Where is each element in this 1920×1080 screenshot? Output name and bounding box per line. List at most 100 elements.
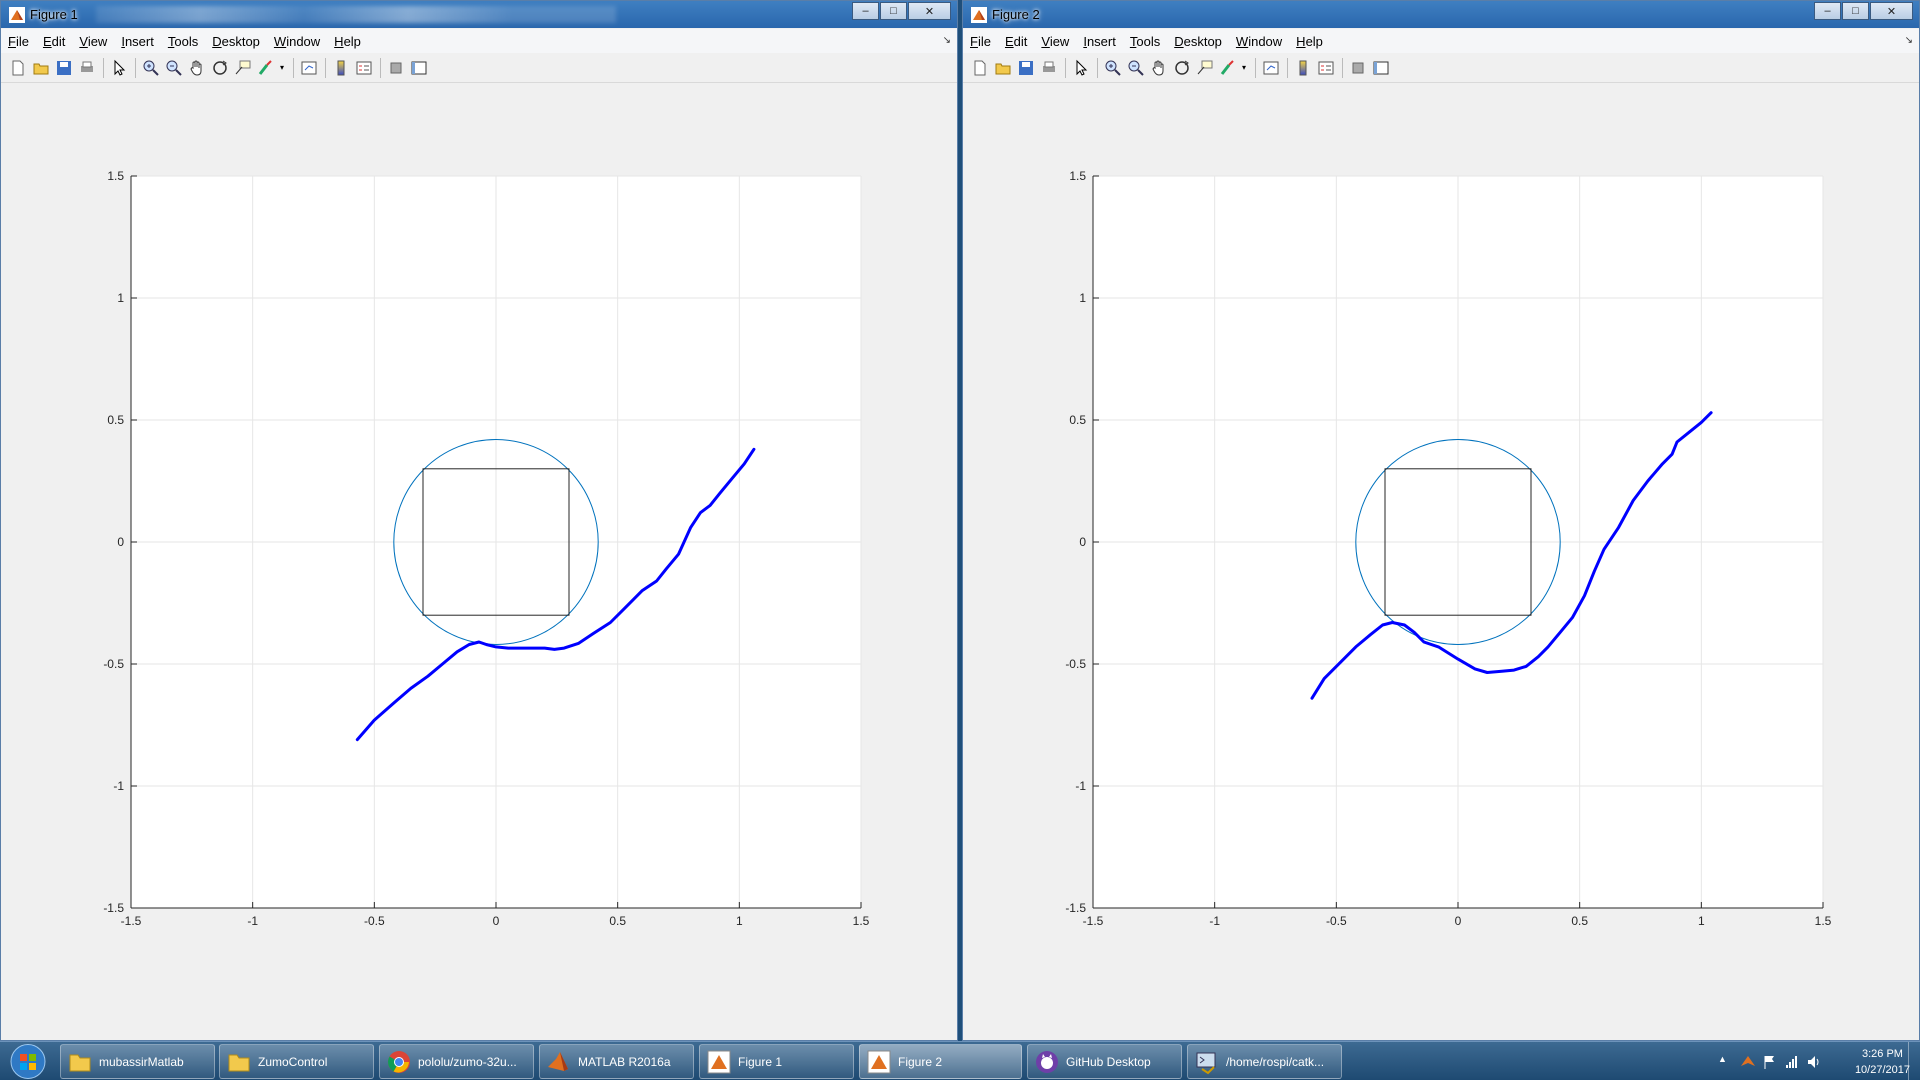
insert-legend-icon[interactable]	[1317, 59, 1335, 77]
menu-desktop[interactable]: Desktop	[1174, 34, 1222, 49]
show-plot-tools-icon[interactable]	[410, 59, 428, 77]
minimize-button[interactable]: –	[1814, 2, 1841, 20]
close-button[interactable]: ✕	[908, 2, 951, 20]
insert-colorbar-icon[interactable]	[332, 59, 350, 77]
rotate-3d-icon[interactable]	[211, 59, 229, 77]
taskbar-item-chrome[interactable]: pololu/zumo-32u...	[379, 1044, 534, 1079]
insert-legend-icon[interactable]	[355, 59, 373, 77]
y-tick-label: 0.5	[107, 413, 124, 427]
terminal-icon	[1196, 1052, 1216, 1074]
start-button-icon[interactable]	[4, 1043, 52, 1080]
toolbar-separator	[325, 57, 326, 78]
figure-1-window[interactable]: Figure 1 – □ ✕ File Edit View Insert Too…	[0, 0, 958, 1041]
menu-file[interactable]: File	[970, 34, 991, 49]
hide-plot-tools-icon[interactable]	[387, 59, 405, 77]
show-hidden-icons-icon[interactable]: ▲	[1718, 1054, 1734, 1070]
menu-window[interactable]: Window	[274, 34, 320, 49]
link-plot-icon[interactable]	[1262, 59, 1280, 77]
y-tick-label: -1	[1075, 779, 1086, 793]
x-tick-label: -1.5	[121, 914, 142, 928]
y-tick-label: 1	[117, 291, 124, 305]
show-plot-tools-icon[interactable]	[1372, 59, 1390, 77]
plot-axes-2[interactable]: -1.5 -1 -0.5 0 0.5 1 1.5 -1.5 -1 -0.5 0 0.5 1 1.5	[971, 85, 1911, 1033]
figure-2-window[interactable]: Figure 2 – □ ✕ File Edit View Insert Too…	[962, 0, 1920, 1041]
maximize-button[interactable]: □	[880, 2, 907, 20]
hide-plot-tools-icon[interactable]	[1349, 59, 1367, 77]
print-icon[interactable]	[1040, 59, 1058, 77]
menu-insert[interactable]: Insert	[121, 34, 154, 49]
menu-edit[interactable]: Edit	[1005, 34, 1027, 49]
brush-dropdown-icon[interactable]: ▾	[1242, 59, 1248, 77]
taskbar-item-figure-2[interactable]: Figure 2	[859, 1044, 1022, 1079]
menu-tools[interactable]: Tools	[1130, 34, 1160, 49]
brush-icon[interactable]	[257, 59, 275, 77]
zoom-out-icon[interactable]	[165, 59, 183, 77]
menu-insert[interactable]: Insert	[1083, 34, 1116, 49]
action-center-flag-icon[interactable]	[1762, 1054, 1778, 1070]
menu-bar: File Edit View Insert Tools Desktop Wind…	[1, 29, 957, 53]
link-plot-icon[interactable]	[300, 59, 318, 77]
new-figure-icon[interactable]	[9, 59, 27, 77]
volume-icon[interactable]	[1806, 1054, 1822, 1070]
brush-icon[interactable]	[1219, 59, 1237, 77]
x-tick-label: 1.5	[853, 914, 870, 928]
taskbar-item-zumocontrol[interactable]: ZumoControl	[219, 1044, 374, 1079]
pan-hand-icon[interactable]	[188, 59, 206, 77]
menu-edit[interactable]: Edit	[43, 34, 65, 49]
y-tick-label: 0.5	[1069, 413, 1086, 427]
brush-dropdown-icon[interactable]: ▾	[280, 59, 286, 77]
maximize-button[interactable]: □	[1842, 2, 1869, 20]
open-file-icon[interactable]	[994, 59, 1012, 77]
folder-icon	[69, 1054, 91, 1071]
figure-toolbar: ▾	[963, 53, 1919, 83]
taskbar-item-label: GitHub Desktop	[1066, 1054, 1151, 1069]
taskbar-item-terminal[interactable]: /home/rospi/catk...	[1187, 1044, 1342, 1079]
network-signal-icon[interactable]	[1784, 1054, 1800, 1070]
rotate-3d-icon[interactable]	[1173, 59, 1191, 77]
dock-arrow-icon[interactable]: ↘	[1905, 35, 1913, 46]
show-desktop-button[interactable]	[1908, 1042, 1920, 1080]
menu-help[interactable]: Help	[1296, 34, 1323, 49]
edit-plot-arrow-icon[interactable]	[110, 59, 128, 77]
insert-colorbar-icon[interactable]	[1294, 59, 1312, 77]
x-tick-label: 0.5	[1571, 914, 1588, 928]
print-icon[interactable]	[78, 59, 96, 77]
data-cursor-icon[interactable]	[1196, 59, 1214, 77]
open-file-icon[interactable]	[32, 59, 50, 77]
blurred-title-area	[96, 6, 616, 23]
zoom-in-icon[interactable]	[1104, 59, 1122, 77]
data-cursor-icon[interactable]	[234, 59, 252, 77]
clock-time: 3:26 PM	[1861, 1048, 1903, 1060]
new-figure-icon[interactable]	[971, 59, 989, 77]
taskbar-item-figure-1[interactable]: Figure 1	[699, 1044, 854, 1079]
pan-hand-icon[interactable]	[1150, 59, 1168, 77]
edit-plot-arrow-icon[interactable]	[1072, 59, 1090, 77]
title-bar[interactable]: Figure 2 – □ ✕	[963, 1, 1919, 28]
taskbar-item-label: mubassirMatlab	[99, 1054, 184, 1069]
menu-help[interactable]: Help	[334, 34, 361, 49]
y-tick-label: -1	[113, 779, 124, 793]
menu-view[interactable]: View	[79, 34, 107, 49]
zoom-out-icon[interactable]	[1127, 59, 1145, 77]
menu-window[interactable]: Window	[1236, 34, 1282, 49]
matlab-tray-icon[interactable]	[1740, 1054, 1756, 1070]
menu-view[interactable]: View	[1041, 34, 1069, 49]
taskbar-item-github-desktop[interactable]: GitHub Desktop	[1027, 1044, 1182, 1079]
save-icon[interactable]	[1017, 59, 1035, 77]
clock[interactable]: 3:26 PM 10/27/2017	[1855, 1046, 1910, 1078]
taskbar-item-label: ZumoControl	[258, 1054, 328, 1069]
menu-tools[interactable]: Tools	[168, 34, 198, 49]
taskbar-item-matlab[interactable]: MATLAB R2016a	[539, 1044, 694, 1079]
save-icon[interactable]	[55, 59, 73, 77]
close-button[interactable]: ✕	[1870, 2, 1913, 20]
plot-axes-1[interactable]: -1.5 -1 -0.5 0 0.5 1 1.5 -1.5 -1 -0.5 0 0.5 1 1.5	[9, 85, 949, 1033]
menu-file[interactable]: File	[8, 34, 29, 49]
minimize-button[interactable]: –	[852, 2, 879, 20]
taskbar-item-mubassirmatlab[interactable]: mubassirMatlab	[60, 1044, 215, 1079]
dock-arrow-icon[interactable]: ↘	[943, 35, 951, 46]
zoom-in-icon[interactable]	[142, 59, 160, 77]
window-title: Figure 2	[992, 7, 1040, 22]
toolbar-separator	[1342, 57, 1343, 78]
title-bar[interactable]: Figure 1 – □ ✕	[1, 1, 957, 28]
menu-desktop[interactable]: Desktop	[212, 34, 260, 49]
